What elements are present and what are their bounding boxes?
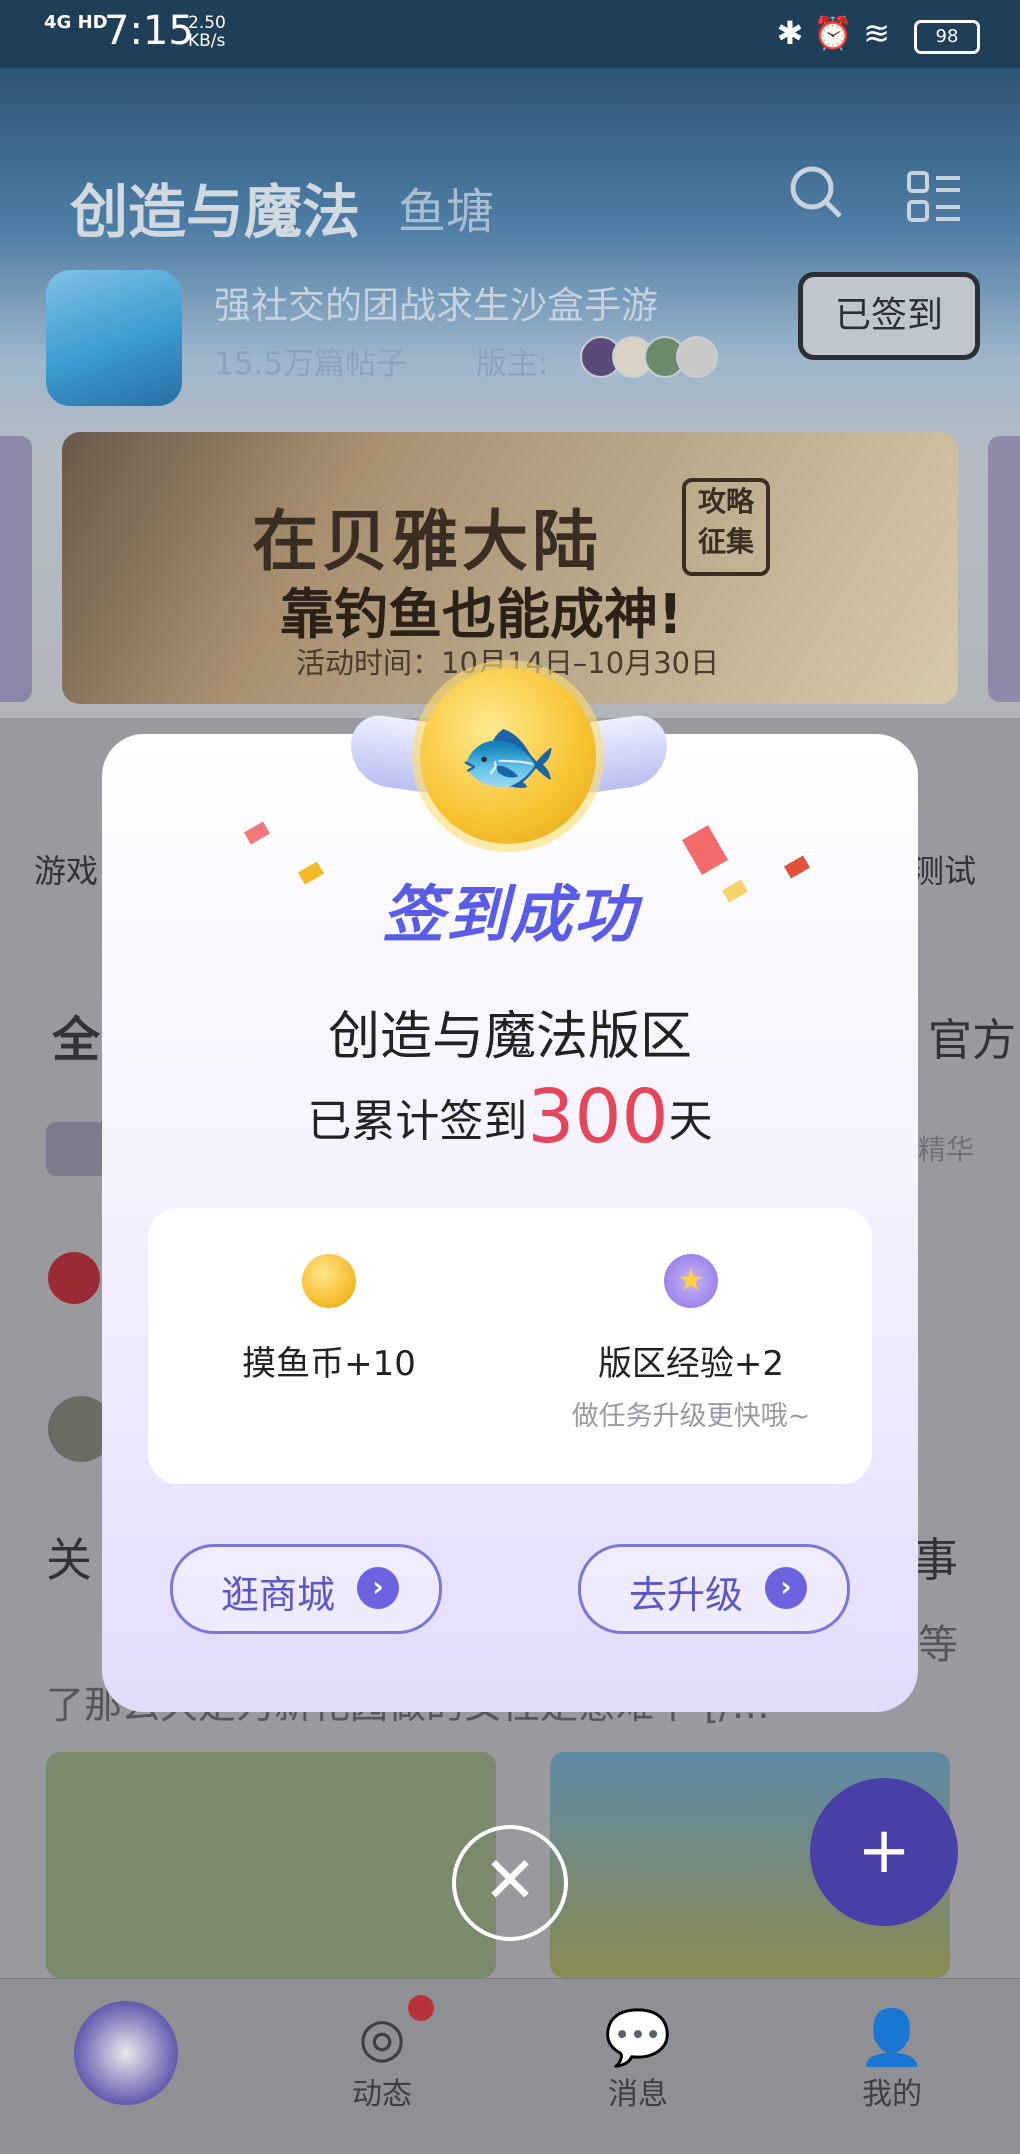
nav-messages[interactable]: 💬 消息 — [578, 2007, 698, 2113]
post-snippet-right: 等 — [918, 1622, 958, 1668]
game-icon[interactable] — [46, 270, 182, 406]
feed-tab-all[interactable]: 全 — [52, 1000, 100, 1070]
moderator-avatars[interactable] — [580, 336, 718, 382]
reward-coins: 摸鱼币+10 — [242, 1344, 416, 1384]
chevron-right-icon: › — [765, 1567, 807, 1609]
days-count: 300 — [527, 1074, 669, 1160]
shortcut-test-label[interactable]: 测试 — [912, 846, 976, 892]
status-bar: 4G HD 7:15 2.50 KB/s ✱⏰≋ 98 — [0, 0, 1020, 68]
post-count: 15.5万篇帖子 — [214, 346, 408, 382]
community-slogan: 强社交的团战求生沙盒手游 — [214, 284, 658, 327]
checkin-days: 已累计签到300天 — [307, 1074, 713, 1160]
moderator-label: 版主: — [476, 346, 549, 382]
clock: 7:15 — [104, 8, 194, 54]
alarm-icon: ⏰ — [813, 14, 864, 52]
zone-title: 创造与魔法版区 — [327, 1007, 692, 1067]
bluetooth-icon: ✱ — [776, 14, 814, 52]
checkin-success-modal: 签到成功 创造与魔法版区 已累计签到300天 ★ 摸鱼币+10 版区经验+2 做… — [102, 734, 918, 1712]
close-icon: ✕ — [483, 1844, 537, 1918]
post-image-frog[interactable] — [46, 1752, 496, 1978]
banner-tag: 攻略征集 — [682, 478, 770, 576]
post-title-left[interactable]: 关 — [46, 1524, 92, 1590]
tab-fishpond[interactable]: 鱼塘 — [398, 172, 494, 242]
network-speed: 2.50 KB/s — [188, 13, 226, 51]
wifi-icon: ≋ — [863, 14, 900, 52]
create-post-button[interactable]: + — [810, 1778, 958, 1926]
home-fish-icon[interactable] — [74, 2001, 178, 2105]
reward-hint: 做任务升级更快哦~ — [571, 1401, 811, 1432]
fish-coin-medal-icon: 🐟 — [420, 668, 596, 844]
network-indicator: 4G HD — [44, 12, 108, 33]
star-badge-icon: ★ — [664, 1254, 718, 1308]
notice-icon — [48, 1252, 100, 1304]
status-icons: ✱⏰≋ — [777, 14, 900, 52]
carousel-next-card[interactable] — [988, 436, 1020, 702]
chat-icon: 💬 — [604, 2006, 672, 2069]
nav-dynamic[interactable]: ◎ 动态 — [322, 2007, 442, 2113]
signed-in-button[interactable]: 已签到 — [798, 272, 980, 360]
carousel-prev-card[interactable] — [0, 436, 32, 702]
menu-grid-icon[interactable] — [906, 170, 962, 240]
bottom-nav: ◎ 动态 💬 消息 👤 我的 — [0, 1978, 1020, 2154]
go-upgrade-button[interactable]: 去升级 › — [578, 1544, 850, 1634]
event-banner[interactable]: 在贝雅大陆 攻略征集 靠钓鱼也能成神! 活动时间：10月14日–10月30日 — [62, 432, 958, 704]
battery-indicator: 98 — [914, 20, 980, 54]
go-shop-button[interactable]: 逛商城 › — [170, 1544, 442, 1634]
profile-icon: 👤 — [858, 2006, 926, 2069]
post-title-right[interactable]: 事 — [912, 1524, 958, 1590]
reward-card: ★ 摸鱼币+10 版区经验+2 做任务升级更快哦~ — [148, 1208, 872, 1484]
notification-dot — [408, 1995, 434, 2021]
nav-profile[interactable]: 👤 我的 — [832, 2007, 952, 2113]
feed-tab-official[interactable]: 官方 — [928, 1004, 1016, 1068]
search-icon[interactable] — [786, 162, 846, 236]
avatar — [676, 336, 718, 378]
success-title: 签到成功 — [381, 878, 638, 951]
banner-subheadline: 靠钓鱼也能成神! — [280, 583, 683, 646]
chevron-right-icon: › — [357, 1567, 399, 1609]
reward-experience: 版区经验+2 — [597, 1344, 785, 1384]
close-modal-button[interactable]: ✕ — [452, 1825, 568, 1941]
page-title[interactable]: 创造与魔法 — [70, 165, 360, 249]
fish-coin-icon — [302, 1254, 356, 1308]
shortcut-games-label[interactable]: 游戏 — [34, 846, 98, 892]
filter-chip-featured[interactable]: 精华 — [918, 1128, 974, 1168]
